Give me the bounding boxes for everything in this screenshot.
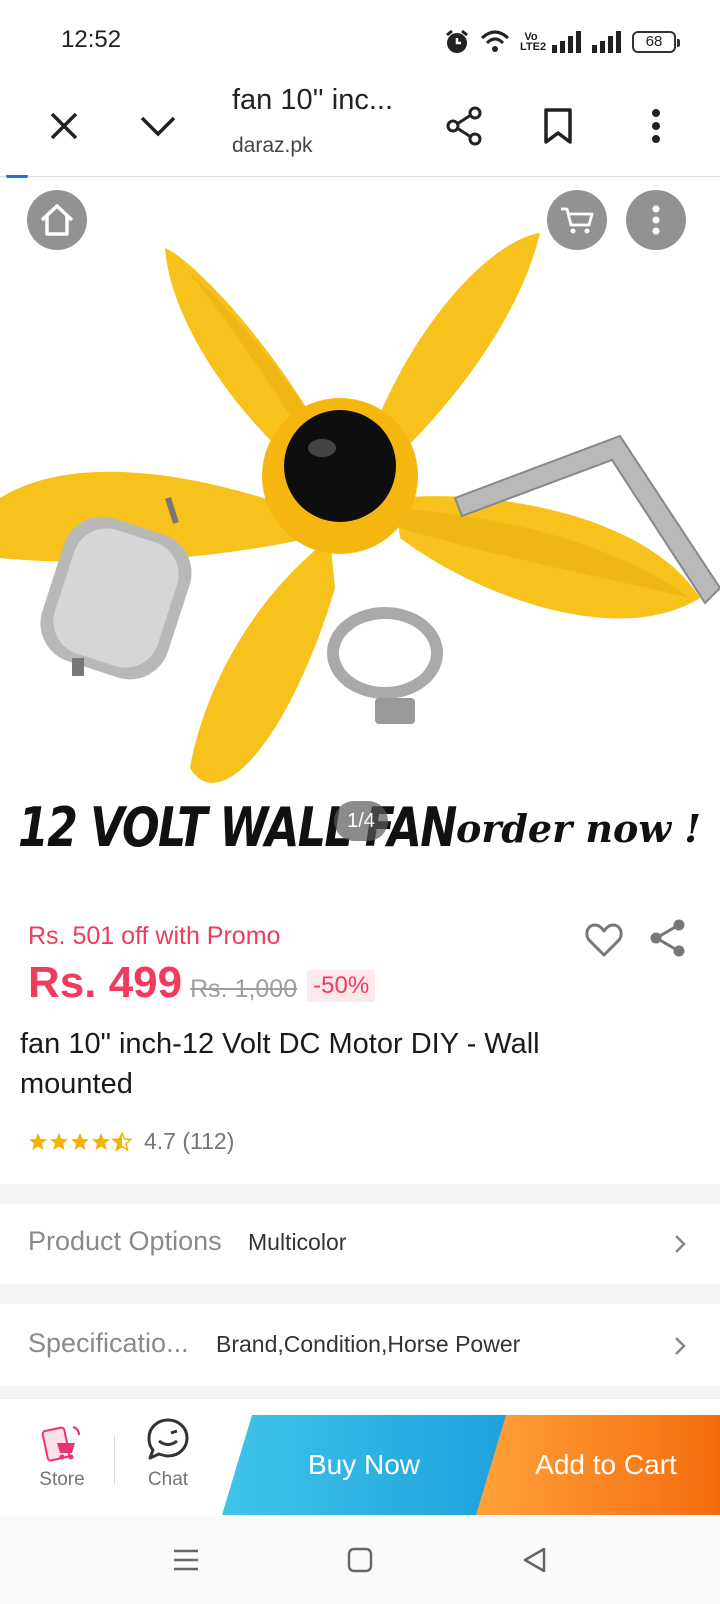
share-icon (446, 106, 482, 146)
price-row: Rs. 499 Rs. 1,000 -50% (28, 958, 376, 1008)
section-divider (0, 1284, 720, 1304)
product-title: fan 10" inch-12 Volt DC Motor DIY - Wall… (20, 1028, 540, 1100)
rating-text: 4.7 (112) (144, 1128, 235, 1154)
store-label: Store (39, 1469, 85, 1490)
signal-icon-2 (592, 31, 621, 53)
rating-row[interactable]: 4.7 (112) (28, 1128, 234, 1155)
banner-text-right: order now ! (456, 806, 701, 851)
original-price: Rs. 1,000 (190, 975, 298, 1003)
battery-indicator: 68 (632, 31, 680, 53)
status-icons: Vo LTE2 68 (444, 24, 680, 60)
chat-icon (147, 1418, 189, 1460)
page: 12:52 Vo LTE2 68 fan 10'' inc... daraz.pk (0, 0, 720, 1604)
page-url[interactable]: daraz.pk (232, 134, 313, 158)
bookmark-button[interactable] (530, 98, 586, 154)
star-icon (29, 1132, 47, 1150)
more-menu-button[interactable] (628, 98, 684, 154)
cart-button[interactable] (547, 190, 607, 250)
banner-text-left: 12 VOLT WALL FAN (18, 796, 457, 859)
product-options-row[interactable]: Product Options Multicolor (0, 1204, 720, 1284)
buy-now-button[interactable]: Buy Now (222, 1415, 506, 1515)
back-nav-button[interactable] (512, 1538, 556, 1582)
chevron-right-icon (675, 1337, 686, 1355)
action-bar: Store Chat Add to Cart Buy Now (0, 1398, 720, 1516)
store-button[interactable]: Store (22, 1399, 102, 1517)
store-icon (41, 1426, 80, 1462)
cart-icon (561, 207, 594, 234)
home-nav-button[interactable] (338, 1538, 382, 1582)
bookmark-icon (544, 108, 572, 144)
share-button[interactable] (436, 98, 492, 154)
add-to-cart-button[interactable]: Add to Cart (470, 1415, 720, 1515)
star-icon (50, 1132, 68, 1150)
square-icon (347, 1547, 373, 1573)
back-icon (523, 1547, 546, 1573)
chat-label: Chat (147, 1469, 189, 1490)
heart-icon[interactable] (584, 920, 624, 960)
fan-product-image (0, 233, 720, 783)
recent-apps-button[interactable] (164, 1538, 208, 1582)
status-time: 12:52 (61, 26, 122, 53)
home-button[interactable] (27, 190, 87, 250)
more-vert-icon (652, 205, 660, 235)
menu-icon (174, 1549, 198, 1571)
discount-badge: -50% (307, 970, 376, 1002)
section-divider (0, 1386, 720, 1398)
browser-toolbar: fan 10'' inc... daraz.pk (0, 80, 720, 177)
close-icon (50, 112, 78, 140)
image-counter: 1/4 (334, 801, 388, 841)
volte-indicator: Vo LTE2 (520, 31, 547, 53)
chat-button[interactable]: Chat (128, 1399, 208, 1517)
specifications-value: Brand,Condition,Horse Power (216, 1331, 521, 1357)
section-divider (0, 1184, 720, 1204)
page-title[interactable]: fan 10'' inc... (232, 84, 393, 117)
specifications-label: Specificatio... (28, 1328, 189, 1358)
chevron-right-icon (675, 1235, 686, 1253)
separator (114, 1435, 115, 1485)
close-tab-button[interactable] (36, 98, 92, 154)
more-vert-icon (652, 109, 660, 143)
star-rating (28, 1131, 132, 1152)
share-icon[interactable] (648, 918, 688, 958)
star-icon (71, 1132, 89, 1150)
product-options-value: Multicolor (248, 1229, 347, 1255)
current-price: Rs. 499 (28, 958, 183, 1007)
system-nav-bar (0, 1516, 720, 1604)
home-icon (40, 204, 74, 236)
specifications-row[interactable]: Specificatio... Brand,Condition,Horse Po… (0, 1306, 720, 1386)
promo-text[interactable]: Rs. 501 off with Promo (28, 922, 280, 951)
product-image-carousel[interactable]: 12 VOLT WALL FAN order now ! 1/4 (0, 178, 720, 896)
alarm-icon (446, 29, 468, 53)
star-icon (92, 1132, 110, 1150)
product-options-label: Product Options (28, 1226, 222, 1256)
wifi-icon (480, 30, 510, 52)
minimize-button[interactable] (130, 98, 186, 154)
hero-more-button[interactable] (626, 190, 686, 250)
half-star-icon (112, 1131, 132, 1152)
chevron-down-icon (140, 116, 176, 137)
signal-icon (552, 31, 581, 53)
status-bar: 12:52 Vo LTE2 68 (0, 0, 720, 80)
